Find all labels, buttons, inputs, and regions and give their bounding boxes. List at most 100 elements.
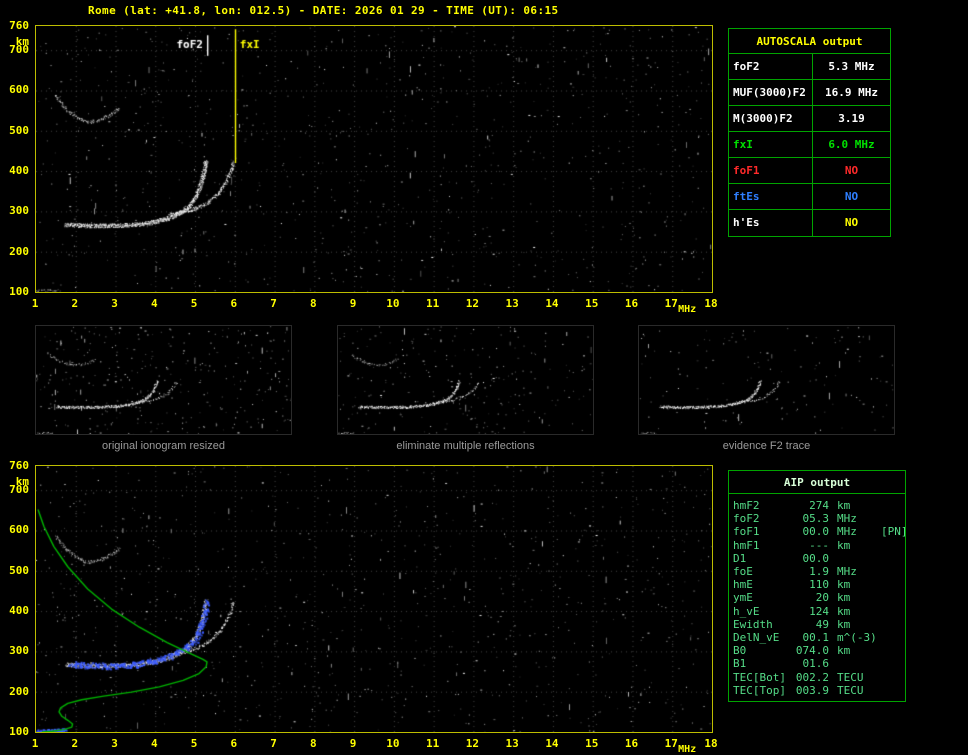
aip-row-gap bbox=[829, 512, 837, 525]
x-tick-label: 16 bbox=[624, 297, 639, 310]
aip-row-extra bbox=[881, 605, 901, 618]
aip-row-label: hmF2 bbox=[733, 499, 760, 512]
aip-row-gap bbox=[829, 539, 837, 552]
aip-row-extra bbox=[881, 618, 901, 631]
x-tick-label: 3 bbox=[111, 737, 118, 750]
aip-row-value: 274 bbox=[809, 499, 829, 512]
aip-row-unit: MHz bbox=[837, 525, 857, 539]
autoscala-row: foF2 5.3 MHz bbox=[729, 54, 890, 80]
x-tick-label: 4 bbox=[150, 737, 158, 750]
autoscala-row: h'Es NO bbox=[729, 210, 890, 236]
aip-row-value: 20 bbox=[815, 591, 829, 605]
aip-row-gap bbox=[829, 631, 837, 644]
autoscala-row: fxI 6.0 MHz bbox=[729, 132, 890, 158]
aip-row-unit: km bbox=[837, 604, 851, 618]
processing-thumbnail-1: original ionogram resized bbox=[35, 325, 292, 452]
top-ionogram-y-axis: 760 700 600 500 400 300 200 100 km bbox=[3, 20, 32, 297]
aip-row-value: 003.9 bbox=[795, 683, 829, 697]
x-tick-label: 4 bbox=[150, 297, 158, 310]
aip-row-gap bbox=[829, 565, 837, 578]
x-tick-label: 18 bbox=[704, 297, 718, 310]
aip-row-unit: km bbox=[837, 538, 851, 552]
y-tick-label: 100 bbox=[9, 285, 29, 298]
x-tick-label: 12 bbox=[465, 737, 480, 750]
bottom-ionogram-canvas bbox=[36, 466, 712, 732]
aip-row-value: 00.0 bbox=[802, 551, 830, 565]
y-tick-label: 300 bbox=[9, 204, 29, 218]
y-tick-label: 600 bbox=[9, 523, 29, 537]
x-tick-label: 9 bbox=[349, 737, 357, 750]
top-ionogram-x-axis: 1 2 3 4 5 6 7 8 9 10 11 12 13 14 15 16 17 18 MHz bbox=[32, 293, 718, 319]
aip-row-label: D1 bbox=[733, 551, 747, 565]
x-tick-label: 7 bbox=[270, 297, 277, 310]
aip-row: hmE 110 km bbox=[733, 578, 901, 591]
aip-row-label: Ewidth bbox=[733, 617, 773, 631]
x-tick-label: 1 bbox=[31, 297, 39, 310]
x-tick-label: 8 bbox=[310, 737, 317, 750]
aip-row-unit: km bbox=[837, 578, 851, 592]
aip-row-extra bbox=[881, 539, 901, 552]
autoscala-app-window: Rome (lat: +41.8, lon: 012.5) - DATE: 20… bbox=[0, 0, 968, 755]
aip-row-value: 074.0 bbox=[795, 644, 829, 658]
bottom-ionogram-plot: 760 700 600 500 400 300 200 100 km 1 2 3 4 5 6 7 8 9 10 11… bbox=[9, 460, 718, 755]
aip-row-extra bbox=[881, 591, 901, 604]
bottom-ionogram-y-axis: 760 700 600 500 400 300 200 100 km bbox=[3, 460, 32, 737]
thumbnail-canvas-2 bbox=[337, 325, 594, 435]
autoscala-row-label: M(3000)F2 bbox=[729, 106, 813, 131]
top-ionogram-plot: 760 700 600 500 400 300 200 100 km 1 2 3 4 5 6 7 8 9 10 11… bbox=[9, 20, 718, 315]
aip-row: hmF1 --- km bbox=[733, 539, 901, 552]
aip-row-extra bbox=[881, 578, 901, 591]
x-tick-label: 1 bbox=[31, 737, 39, 750]
aip-row: TEC[Top] 003.9 TECU bbox=[733, 684, 901, 697]
aip-row-gap bbox=[829, 684, 837, 697]
x-tick-label: 3 bbox=[111, 297, 118, 310]
y-axis-unit-label: km bbox=[15, 35, 29, 48]
x-tick-label: 10 bbox=[386, 297, 400, 310]
aip-row-gap bbox=[829, 671, 837, 684]
aip-row-label: h_vE bbox=[733, 604, 760, 618]
aip-row-value: 002.2 bbox=[795, 670, 829, 684]
aip-row-extra bbox=[881, 684, 901, 697]
aip-row-unit: TECU bbox=[837, 670, 864, 684]
bottom-ionogram-x-axis: 1 2 3 4 5 6 7 8 9 10 11 12 13 14 15 16 17 18 MHz bbox=[32, 733, 718, 755]
autoscala-row: ftEs NO bbox=[729, 184, 890, 210]
x-tick-label: 2 bbox=[71, 737, 79, 750]
y-tick-label: 100 bbox=[9, 725, 29, 738]
aip-row-label: TEC[Bot] bbox=[733, 670, 786, 684]
aip-row-extra bbox=[881, 512, 901, 525]
autoscala-output-panel: AUTOSCALA output foF2 5.3 MHz MUF(3000)F2 1… bbox=[728, 28, 891, 237]
aip-row-label: foF2 bbox=[733, 512, 760, 526]
aip-row-label: foF1 bbox=[733, 525, 760, 539]
aip-row-extra bbox=[881, 644, 901, 657]
aip-row: D1 00.0 bbox=[733, 552, 901, 565]
y-tick-label: 600 bbox=[9, 83, 29, 97]
thumbnail-caption: original ionogram resized bbox=[102, 440, 225, 452]
aip-row-extra bbox=[881, 565, 901, 578]
aip-row-extra bbox=[881, 631, 901, 644]
autoscala-row-value: 6.0 MHz bbox=[828, 138, 875, 151]
aip-row: foF2 05.3 MHz bbox=[733, 512, 901, 525]
autoscala-row-label: h'Es bbox=[729, 210, 813, 236]
y-tick-label: 760 bbox=[9, 459, 29, 472]
x-tick-label: 15 bbox=[585, 297, 599, 310]
aip-row-unit bbox=[837, 657, 881, 670]
aip-row-extra bbox=[881, 499, 901, 512]
autoscala-row: MUF(3000)F2 16.9 MHz bbox=[729, 80, 890, 106]
aip-row-unit: km bbox=[837, 591, 851, 605]
aip-row-value: 1.9 bbox=[809, 565, 829, 579]
aip-row-label: DelN_vE bbox=[733, 631, 780, 645]
aip-row-gap bbox=[829, 499, 837, 512]
aip-rows: hmF2 274 km foF2 05.3 MHz foF1 00.0 MHz [PN] hmF1 -… bbox=[729, 494, 908, 701]
x-tick-label: 5 bbox=[190, 297, 198, 310]
aip-row: foE 1.9 MHz bbox=[733, 565, 901, 578]
y-tick-label: 500 bbox=[9, 123, 29, 137]
aip-row-value: 110 bbox=[809, 578, 829, 592]
y-axis-unit-label: km bbox=[15, 475, 29, 488]
aip-row: DelN_vE 00.1 m^(-3) bbox=[733, 631, 901, 644]
x-tick-label: 10 bbox=[386, 737, 400, 750]
autoscala-row-label: fxI bbox=[729, 132, 813, 157]
x-tick-label: 13 bbox=[505, 737, 519, 750]
aip-row-extra: [PN] bbox=[881, 525, 908, 539]
aip-row-value: 49 bbox=[815, 617, 829, 631]
aip-row-value: 00.0 bbox=[802, 525, 830, 539]
